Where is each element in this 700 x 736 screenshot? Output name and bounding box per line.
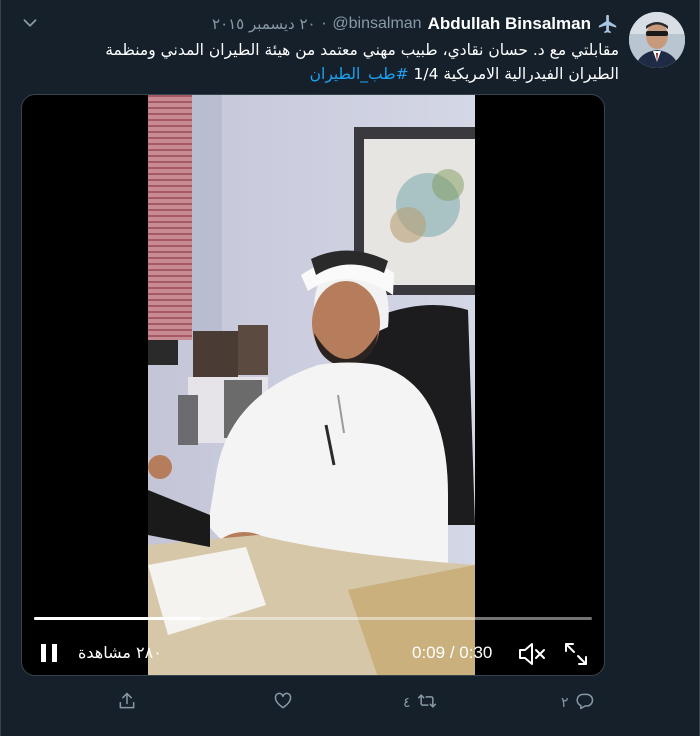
video-duration: 0:30 — [459, 643, 493, 662]
tweet-text-line-2-text: الطيران الفيدرالية الامريكية 1/4 — [408, 65, 619, 83]
reply-count: ٢ — [561, 695, 569, 711]
video-progress-fill — [34, 617, 202, 620]
time-separator: / — [445, 643, 460, 662]
video-frame[interactable] — [148, 95, 475, 675]
retweet-icon — [417, 691, 437, 715]
share-button[interactable] — [117, 690, 143, 716]
author-handle[interactable]: @binsalman — [332, 15, 421, 33]
fullscreen-icon[interactable] — [562, 640, 590, 668]
header-separator: · — [321, 15, 327, 33]
video-time: 0:09 / 0:30 — [412, 643, 492, 663]
share-icon — [117, 691, 137, 715]
airplane-icon — [597, 13, 619, 35]
current-time: 0:09 — [412, 643, 446, 662]
tweet-header: Abdullah Binsalman @binsalman · ٢٠ ديسمب… — [212, 12, 619, 36]
reply-button[interactable]: ٢ — [561, 690, 595, 716]
tweet-card[interactable]: Abdullah Binsalman @binsalman · ٢٠ ديسمب… — [0, 0, 700, 736]
tweet-text-line-1: مقابلتي مع د. حسان نقادي، طبيب مهني معتم… — [105, 41, 619, 59]
avatar[interactable] — [629, 12, 685, 68]
retweet-button[interactable]: ٤ — [403, 690, 437, 716]
author-name[interactable]: Abdullah Binsalman — [428, 14, 591, 34]
pause-icon[interactable] — [38, 641, 60, 665]
view-count: ٢٨٠ مشاهدة — [78, 643, 162, 662]
like-button[interactable] — [273, 690, 299, 716]
retweet-count: ٤ — [403, 695, 411, 711]
tweet-text: مقابلتي مع د. حسان نقادي، طبيب مهني معتم… — [19, 38, 619, 86]
tweet-date[interactable]: ٢٠ ديسمبر ٢٠١٥ — [212, 15, 316, 33]
video-player[interactable]: ٢٨٠ مشاهدة 0:09 / 0:30 — [21, 94, 605, 676]
chevron-down-icon[interactable] — [19, 12, 43, 36]
tweet-actions: ٤ ٢ — [1, 686, 700, 720]
video-progress-bar[interactable] — [34, 617, 592, 620]
heart-icon — [273, 691, 293, 715]
volume-muted-icon[interactable] — [517, 640, 547, 668]
hashtag-link[interactable]: #طب_الطيران — [310, 65, 409, 83]
tweet-text-line-2: الطيران الفيدرالية الامريكية 1/4 #طب_الط… — [19, 62, 619, 86]
reply-icon — [575, 691, 595, 715]
